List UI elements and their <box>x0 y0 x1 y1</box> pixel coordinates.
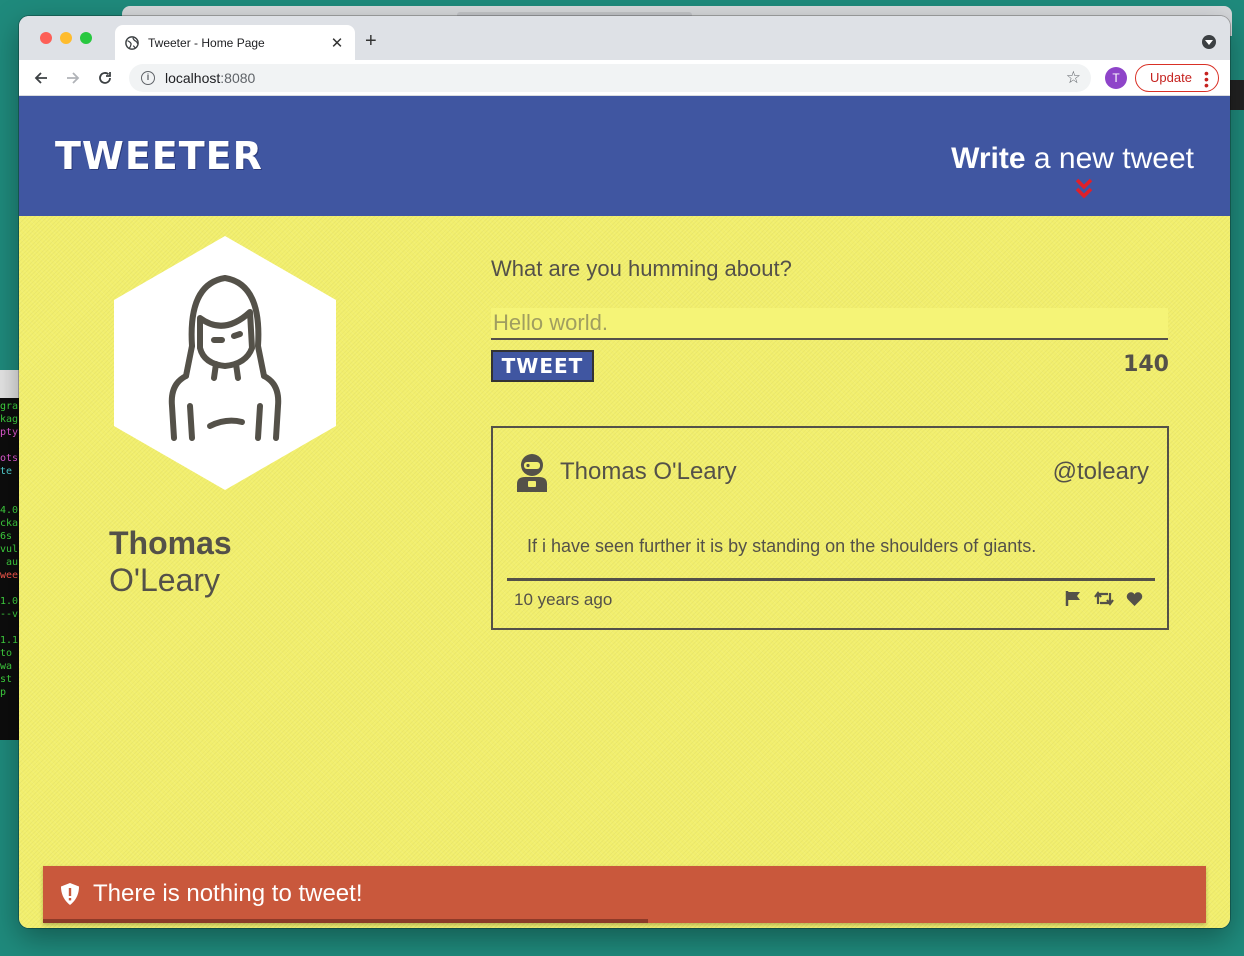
tweet-timestamp: 10 years ago <box>514 590 613 609</box>
tab-search-icon[interactable] <box>1202 35 1216 49</box>
user-profile: Thomas O'Leary <box>109 236 344 599</box>
tweet-actions <box>1065 590 1143 607</box>
alert-message: There is nothing to tweet! <box>93 880 363 907</box>
browser-window: Tweeter - Home Page ✕ + i localhost:8080… <box>19 16 1230 928</box>
compose-toggle[interactable]: Write a new tweet <box>951 142 1194 176</box>
minimize-window-button[interactable] <box>60 32 72 44</box>
tweet-divider <box>507 578 1155 581</box>
tab-title: Tweeter - Home Page <box>148 35 265 50</box>
alert-progress-bar <box>43 919 648 923</box>
browser-toolbar: i localhost:8080 ☆ T Update • • • <box>19 60 1230 96</box>
update-button[interactable]: Update • • • <box>1135 63 1219 93</box>
tweet-card: Thomas O'Leary @toleary If i have seen f… <box>491 426 1169 630</box>
forward-button[interactable] <box>61 66 85 90</box>
top-nav: TWEETER Write a new tweet <box>19 96 1230 216</box>
retweet-icon[interactable] <box>1094 590 1114 607</box>
info-icon[interactable]: i <box>141 70 155 85</box>
tweet-button[interactable]: TWEET <box>491 350 594 382</box>
heart-icon[interactable] <box>1126 591 1143 607</box>
arrow-right-icon <box>67 71 80 84</box>
flag-icon[interactable] <box>1065 590 1082 607</box>
tab-close-icon[interactable]: ✕ <box>329 34 345 52</box>
browser-tab[interactable]: Tweeter - Home Page ✕ <box>115 25 355 60</box>
page-content: TWEETER Write a new tweet Thomas O'Leary… <box>19 96 1230 928</box>
error-alert: There is nothing to tweet! <box>43 866 1206 923</box>
user-avatar <box>114 236 336 490</box>
compose-toggle-bold: Write <box>951 142 1026 175</box>
tweet-author-handle: @toleary <box>1052 458 1149 485</box>
reload-icon <box>99 71 111 84</box>
tweet-author-name: Thomas O'Leary <box>560 458 737 485</box>
maximize-window-button[interactable] <box>80 32 92 44</box>
profile-avatar[interactable]: T <box>1105 66 1127 89</box>
globe-icon <box>125 35 139 50</box>
arrow-left-icon <box>34 71 47 84</box>
brand-logo[interactable]: TWEETER <box>55 134 263 178</box>
url-text: localhost:8080 <box>165 69 256 86</box>
background-strip <box>1230 80 1244 110</box>
new-tab-button[interactable]: + <box>365 30 377 53</box>
double-chevron-down-icon[interactable] <box>1075 178 1093 200</box>
address-bar[interactable]: i localhost:8080 ☆ <box>129 63 1091 92</box>
compose-toggle-rest: a new tweet <box>1025 142 1194 175</box>
close-window-button[interactable] <box>40 32 52 44</box>
shield-exclamation-icon <box>61 883 79 905</box>
update-label: Update <box>1150 70 1192 85</box>
window-controls <box>40 32 92 44</box>
robot-avatar-icon <box>517 454 547 492</box>
back-button[interactable] <box>29 66 53 90</box>
tweet-header: Thomas O'Leary @toleary <box>513 452 1149 494</box>
composer-label: What are you humming about? <box>491 256 792 281</box>
new-tweet-form: What are you humming about? TWEET 140 <box>491 256 1169 384</box>
reload-button[interactable] <box>93 66 117 90</box>
character-counter: 140 <box>1123 352 1169 377</box>
tweet-text: If i have seen further it is by standing… <box>527 536 1037 556</box>
tweet-text-input[interactable] <box>491 308 1168 340</box>
profile-name: Thomas O'Leary <box>109 525 232 598</box>
bookmark-star-icon[interactable]: ☆ <box>1066 68 1081 88</box>
tab-strip: Tweeter - Home Page ✕ + <box>19 16 1230 60</box>
more-vertical-icon: • • • <box>1204 64 1209 93</box>
